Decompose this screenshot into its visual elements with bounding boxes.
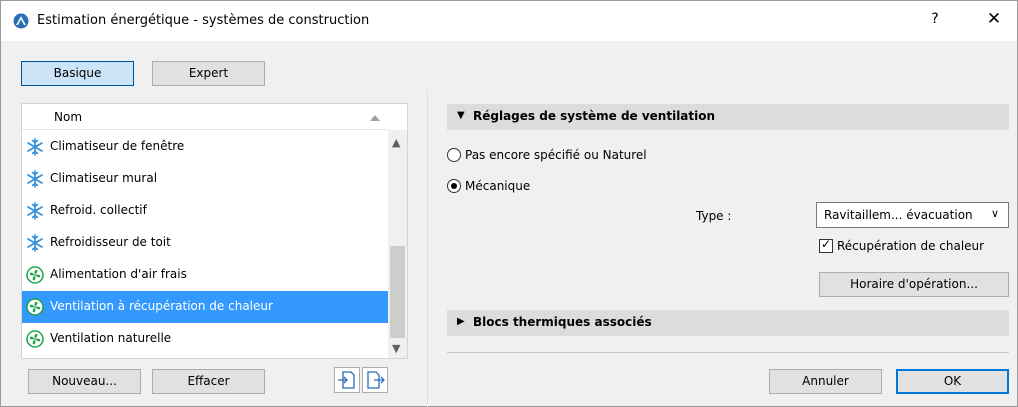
app-logo-icon: [13, 13, 29, 29]
sort-ascending-icon: [370, 115, 380, 121]
radio-natural[interactable]: [447, 148, 461, 162]
expand-down-icon: ▼: [457, 110, 465, 121]
list-item-selected[interactable]: Ventilation à récupération de chaleur: [22, 291, 388, 323]
snowflake-icon: [27, 138, 43, 156]
ok-button[interactable]: OK: [896, 369, 1009, 394]
list-item[interactable]: Refroidisseur de toit: [22, 227, 388, 259]
export-icon: [367, 371, 385, 389]
list-column-header[interactable]: Nom: [22, 104, 388, 130]
radio-mechanical-label[interactable]: Mécanique: [465, 179, 530, 193]
heat-recovery-checkbox[interactable]: [819, 237, 833, 253]
list-item-label: Climatiseur mural: [50, 171, 158, 185]
list-item[interactable]: Alimentation d'air frais: [22, 259, 388, 291]
list-item-label: Ventilation à récupération de chaleur: [50, 299, 273, 313]
tab-expert[interactable]: Expert: [152, 61, 265, 86]
import-icon: [338, 371, 355, 389]
export-button[interactable]: [362, 367, 388, 393]
ventilation-section-header[interactable]: ▼ Réglages de système de ventilation: [447, 104, 1009, 130]
fan-icon: [26, 266, 44, 284]
fan-icon: [26, 298, 44, 316]
snowflake-icon: [27, 170, 43, 188]
scroll-up-arrow-icon[interactable]: ▲: [392, 136, 400, 149]
dialog-window: Estimation énergétique - systèmes de con…: [0, 0, 1018, 407]
scroll-down-arrow-icon[interactable]: ▼: [392, 342, 400, 355]
thermal-blocks-section-header[interactable]: ▶ Blocs thermiques associés: [447, 310, 1009, 336]
list-item[interactable]: Refroid. collectif: [22, 195, 388, 227]
list-item-label: Refroidisseur de toit: [50, 235, 171, 249]
list-item[interactable]: Climatiseur de fenêtre: [22, 131, 388, 163]
list-scrollbar[interactable]: ▲ ▼: [388, 130, 407, 358]
chevron-down-icon: ∨: [991, 207, 1000, 220]
radio-mechanical[interactable]: [447, 179, 461, 193]
cancel-button[interactable]: Annuler: [769, 369, 882, 394]
ventilation-section-title: Réglages de système de ventilation: [473, 109, 716, 123]
expand-right-icon: ▶: [457, 316, 465, 327]
scroll-thumb[interactable]: [390, 246, 405, 338]
list-item-label: Refroid. collectif: [50, 203, 147, 217]
snowflake-icon: [27, 234, 43, 252]
list-item[interactable]: Ventilation naturelle: [22, 323, 388, 355]
type-label: Type :: [696, 209, 732, 223]
type-select-value: Ravitaillem... évacuation: [824, 208, 973, 222]
panel-divider: [427, 89, 428, 407]
heat-recovery-label[interactable]: Récupération de chaleur: [837, 239, 984, 253]
snowflake-icon: [27, 202, 43, 220]
column-header-name: Nom: [54, 110, 83, 124]
footer-separator: [447, 352, 1009, 353]
radio-natural-label[interactable]: Pas encore spécifié ou Naturel: [465, 148, 647, 162]
thermal-blocks-section-title: Blocs thermiques associés: [473, 315, 652, 329]
import-button[interactable]: [334, 367, 360, 393]
type-select[interactable]: Ravitaillem... évacuation ∨: [816, 202, 1009, 228]
title-bar: Estimation énergétique - systèmes de con…: [1, 1, 1017, 41]
close-button[interactable]: ✕: [979, 9, 1009, 33]
systems-list[interactable]: Nom Climatiseur de fenêtre Climatiseur m…: [21, 103, 408, 359]
list-item[interactable]: Climatiseur mural: [22, 163, 388, 195]
window-title: Estimation énergétique - systèmes de con…: [37, 13, 370, 28]
fan-icon: [26, 330, 44, 348]
new-button[interactable]: Nouveau...: [28, 369, 141, 394]
list-item-label: Alimentation d'air frais: [50, 267, 187, 281]
list-item-label: Climatiseur de fenêtre: [50, 139, 185, 153]
schedule-button[interactable]: Horaire d'opération...: [819, 272, 1009, 297]
help-button[interactable]: ?: [923, 11, 947, 33]
delete-button[interactable]: Effacer: [152, 369, 265, 394]
list-item-label: Ventilation naturelle: [50, 331, 172, 345]
tab-basique[interactable]: Basique: [21, 61, 134, 86]
